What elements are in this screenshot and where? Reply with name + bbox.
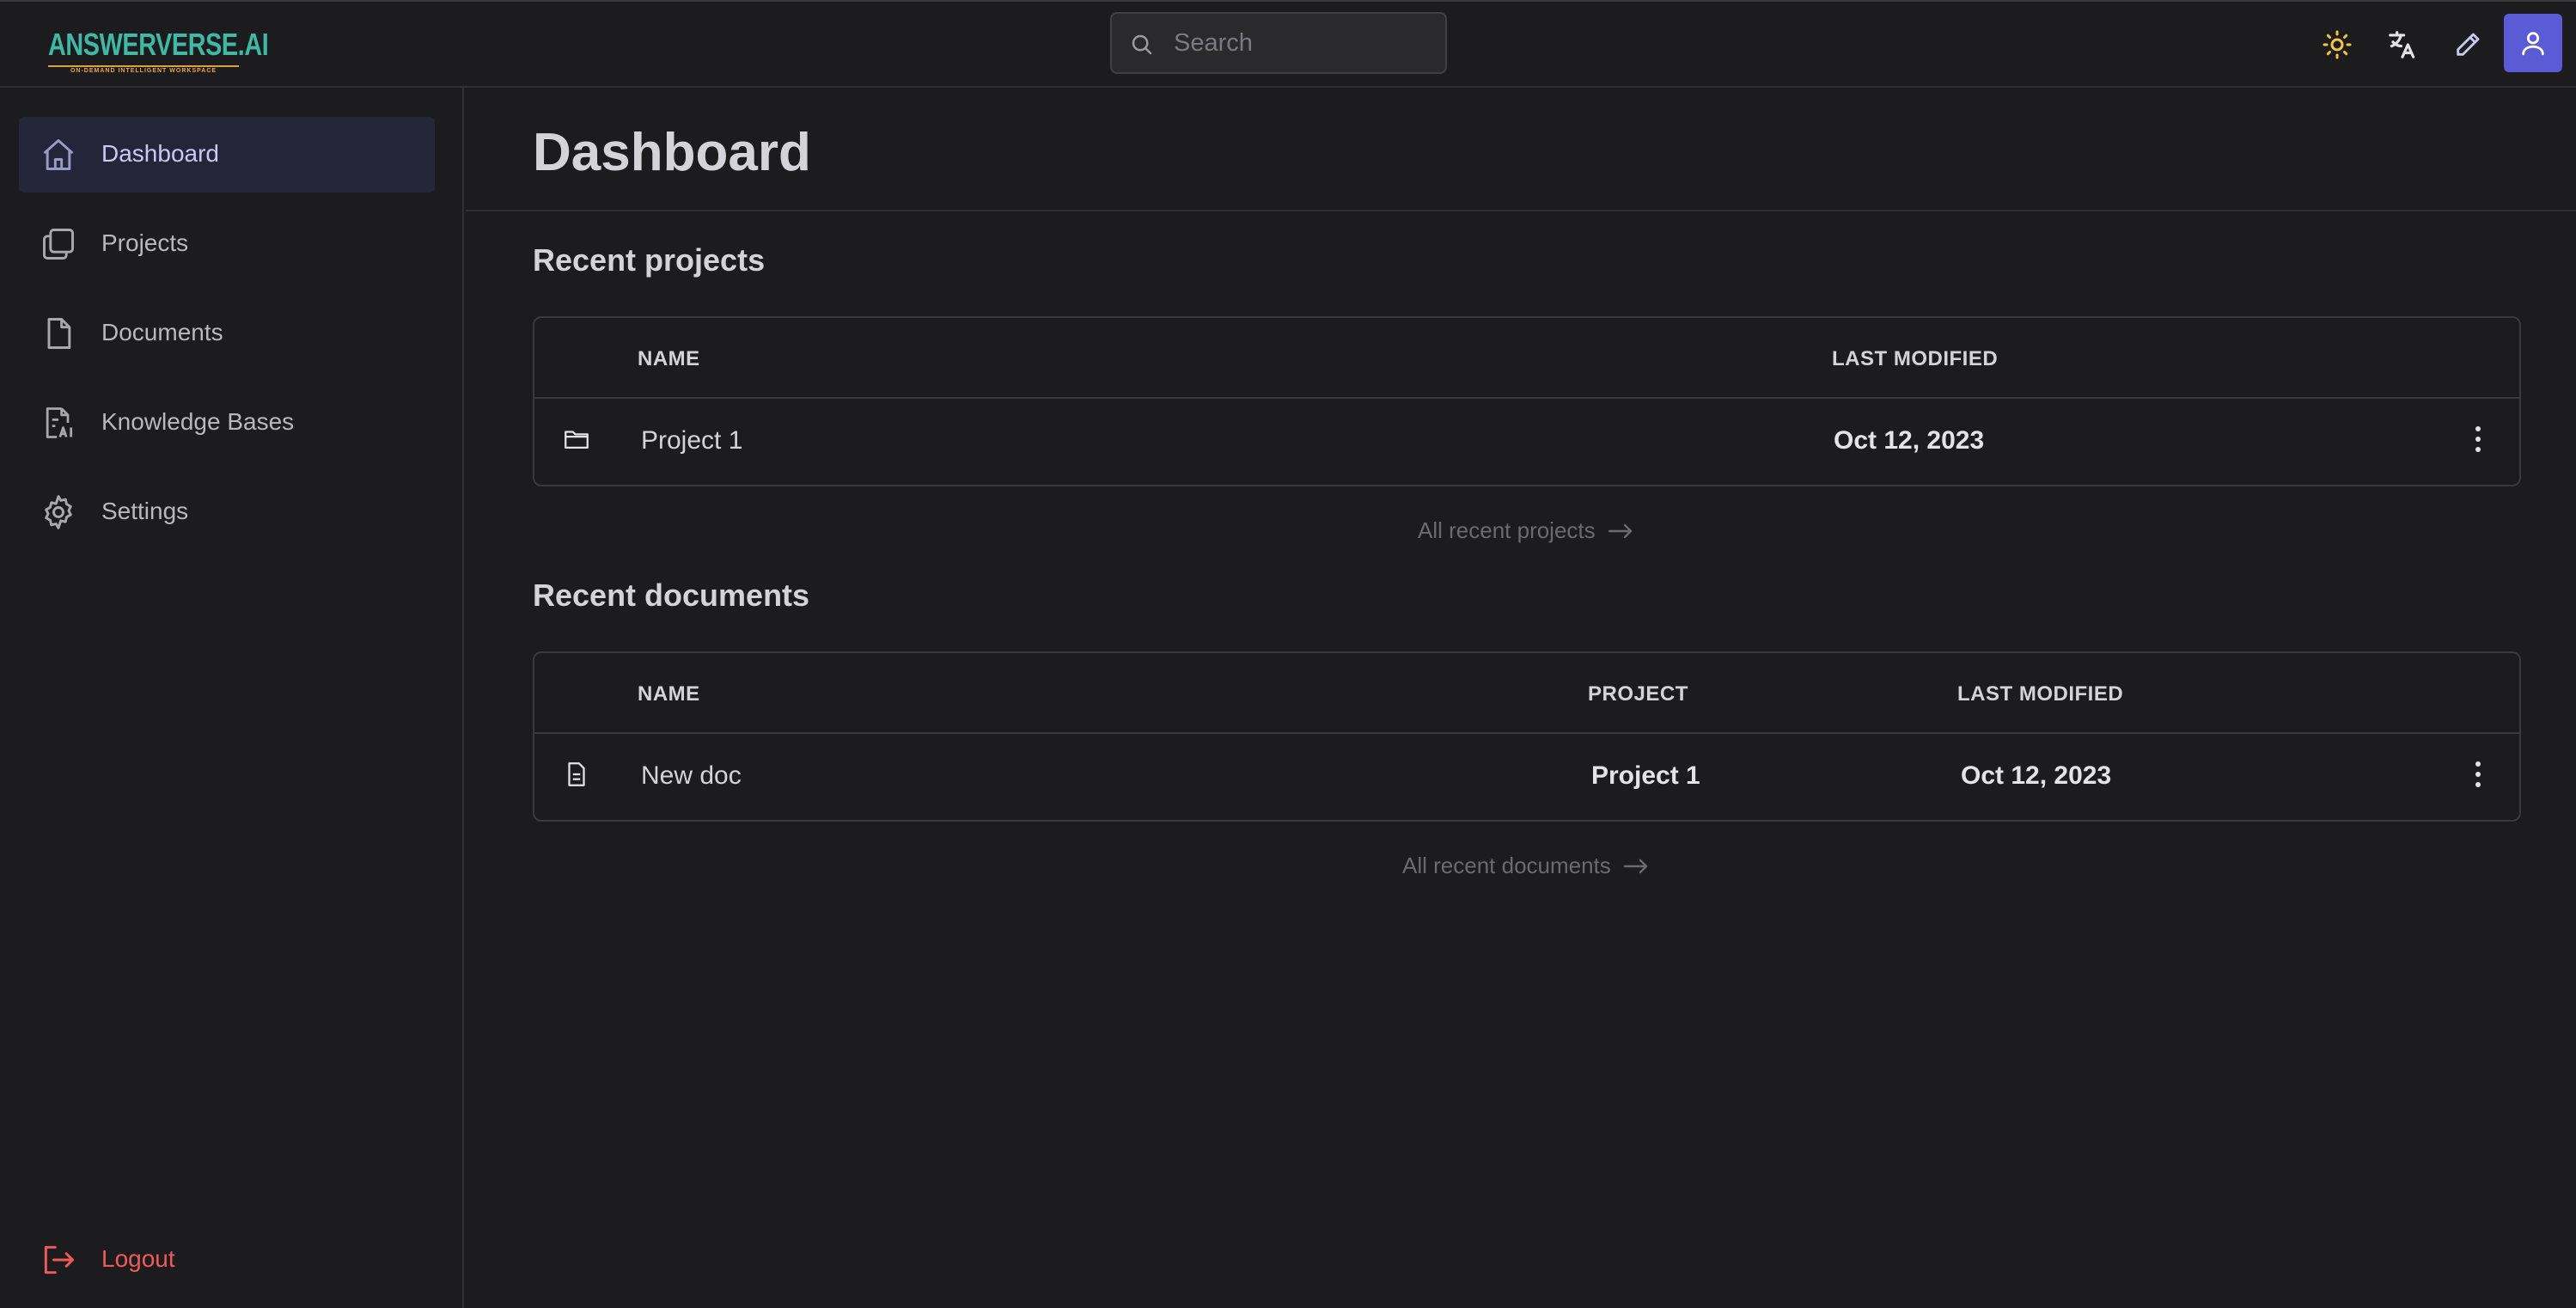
knowledge-base-icon [46,407,73,438]
sidebar-item-label: Documents [101,319,223,345]
column-header-project: PROJECT [1588,682,1688,706]
sidebar-item-dashboard[interactable]: Dashboard [19,117,435,193]
header-divider [534,397,2519,399]
gear-icon [45,495,72,529]
logout-button[interactable]: Logout [19,1222,435,1298]
sidebar-item-settings[interactable]: Settings [19,474,435,550]
more-options-icon[interactable] [2468,421,2488,457]
sidebar-item-knowledge-bases[interactable]: Knowledge Bases [19,385,435,461]
search-input[interactable] [1174,26,1431,60]
column-header-name: NAME [638,682,700,706]
column-header-last-modified: LAST MODIFIED [1832,347,1999,370]
home-icon [43,139,74,170]
arrow-right-icon [1623,859,1647,873]
folder-icon [565,431,589,449]
document-name[interactable]: New doc [641,761,742,791]
sidebar-item-label: Knowledge Bases [101,408,295,435]
sun-icon [2323,30,2352,59]
sidebar-item-label: Dashboard [101,140,219,167]
all-recent-documents-link[interactable]: All recent documents [1402,853,1649,879]
search-box[interactable] [1110,12,1447,74]
arrow-right-icon [1608,523,1632,538]
sidebar-item-label: Projects [101,229,189,256]
link-label: All recent documents [1402,853,1611,878]
document-icon [47,318,71,349]
document-project: Project 1 [1591,761,1700,790]
more-options-icon[interactable] [2468,756,2488,792]
theme-toggle-button[interactable] [2317,24,2358,65]
sidebar-item-projects[interactable]: Projects [19,206,435,282]
column-header-name: NAME [638,347,700,370]
last-modified: Oct 12, 2023 [1961,761,2112,790]
document-icon [568,762,585,786]
column-header-last-modified: LAST MODIFIED [1957,682,2124,706]
link-label: All recent projects [1418,517,1596,543]
logout-label: Logout [101,1245,175,1272]
page-title: Dashboard [533,123,811,182]
all-recent-projects-link[interactable]: All recent projects [1418,517,1633,544]
sidebar-item-documents[interactable]: Documents [19,296,435,371]
user-icon [2522,32,2544,56]
projects-icon [43,229,74,260]
sidebar-item-label: Settings [101,498,189,524]
pencil-icon [2457,33,2480,56]
user-menu-button[interactable] [2504,14,2562,72]
logo-tagline: ON-DEMAND INTELLIGENT WORKSPACE [48,65,239,76]
recent-projects-table: NAME LAST MODIFIED Project 1 Oct 12, 202… [533,316,2521,486]
recent-projects-title: Recent projects [533,242,766,278]
recent-documents-table: NAME PROJECT LAST MODIFIED New doc Proje… [533,651,2521,822]
project-name[interactable]: Project 1 [641,426,742,455]
app-logo[interactable]: ANSWERVERSE.AI ON-DEMAND INTELLIGENT WOR… [48,27,269,79]
search-icon [1132,34,1152,55]
recent-documents-title: Recent documents [533,578,810,613]
sidebar: Dashboard Projects Documents Knowledge B… [0,88,464,1308]
logout-icon [44,1245,74,1274]
divider [466,210,2576,211]
header-divider [534,732,2519,734]
edit-button[interactable] [2447,24,2488,65]
main-content: Dashboard Recent projects NAME LAST MODI… [466,88,2576,1308]
language-button[interactable] [2382,24,2423,65]
logo-text: ANSWERVERSE.AI [48,27,269,62]
top-bar: ANSWERVERSE.AI ON-DEMAND INTELLIGENT WOR… [0,0,2576,88]
translate-icon [2389,31,2415,58]
last-modified: Oct 12, 2023 [1834,426,1985,455]
